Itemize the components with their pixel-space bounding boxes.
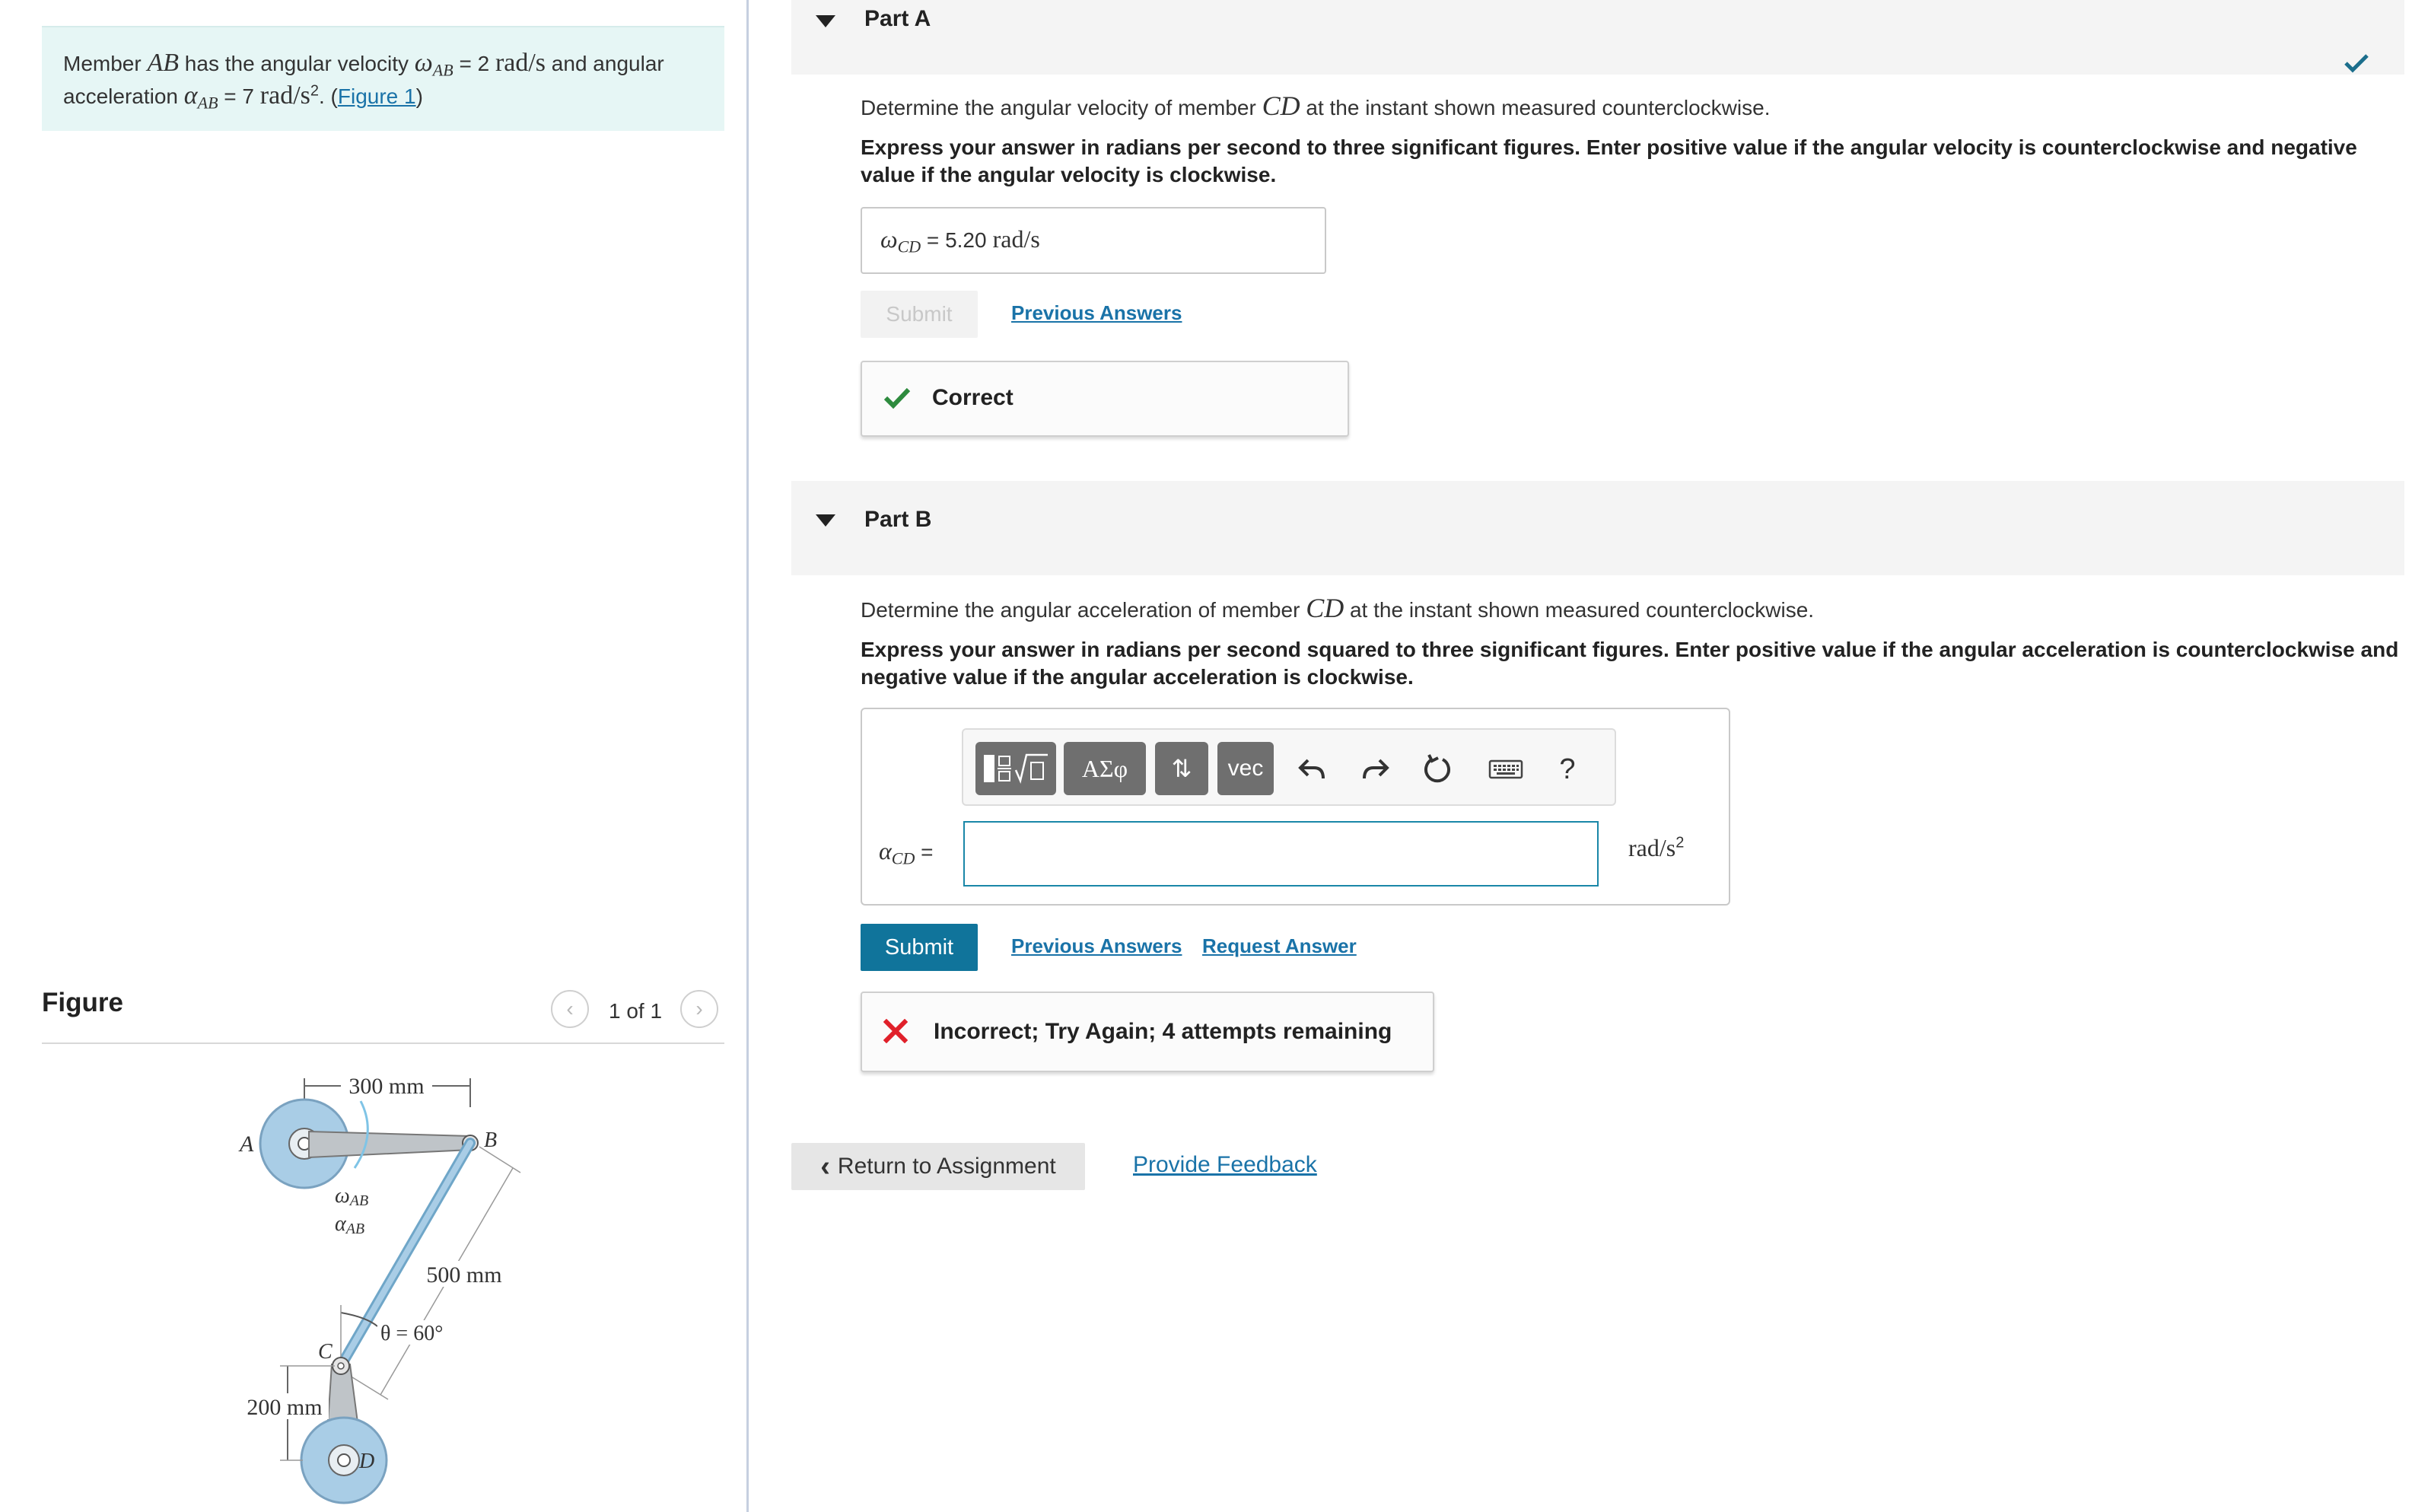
provide-feedback-link[interactable]: Provide Feedback	[1133, 1152, 1317, 1178]
alpha-ab-label: αAB	[335, 1212, 364, 1237]
part-b-feedback: Incorrect; Try Again; 4 attempts remaini…	[861, 992, 1434, 1072]
link-ab	[308, 1130, 471, 1159]
part-b-previous-answers-link[interactable]: Previous Answers	[1011, 934, 1182, 958]
template-button[interactable]	[975, 742, 1056, 795]
part-b-instructions: Express your answer in radians per secon…	[861, 638, 2399, 689]
part-b-unit: rad/s2	[1628, 834, 1685, 861]
column-divider	[746, 0, 749, 1512]
part-a-answer-box: ωCD = 5.20 rad/s	[861, 207, 1326, 274]
part-a-feedback: Correct	[861, 361, 1349, 437]
figure-pager-label: 1 of 1	[609, 999, 663, 1023]
part-b-header[interactable]: Part B	[791, 481, 2404, 575]
correct-check-icon	[883, 387, 911, 409]
figure-prev-button[interactable]: ‹	[551, 990, 589, 1028]
redo-icon	[1363, 759, 1389, 779]
vector-button[interactable]: vec	[1217, 742, 1274, 795]
undo-button[interactable]	[1289, 746, 1336, 792]
point-d-label: D	[358, 1450, 374, 1473]
undo-icon	[1298, 759, 1325, 779]
fraction-root-icon	[984, 753, 1048, 784]
point-b-label: B	[484, 1128, 497, 1152]
chevron-left-icon: ‹	[820, 1151, 830, 1183]
omega-ab-label: ωAB	[335, 1184, 368, 1209]
greek-letters-button[interactable]: ΑΣφ	[1064, 742, 1146, 795]
point-a-label: A	[238, 1132, 254, 1157]
part-a-feedback-text: Correct	[932, 385, 1014, 410]
reset-icon	[1424, 754, 1450, 783]
dim-label-cd: 200 mm	[247, 1395, 322, 1420]
part-b-answer-input[interactable]	[963, 821, 1599, 887]
request-answer-link[interactable]: Request Answer	[1202, 934, 1357, 958]
point-c-label: C	[318, 1340, 333, 1364]
part-a-question: Determine the angular velocity of member…	[861, 91, 1771, 121]
figure-divider	[42, 1042, 724, 1044]
keyboard-icon	[1488, 759, 1523, 779]
part-a-previous-answers-link[interactable]: Previous Answers	[1011, 301, 1182, 325]
return-to-assignment-button[interactable]: ‹ Return to Assignment	[791, 1143, 1085, 1190]
keyboard-button[interactable]	[1481, 746, 1531, 792]
part-a-submit-button[interactable]: Submit	[861, 291, 978, 338]
incorrect-x-icon	[883, 1019, 908, 1043]
dim-label-ab: 300 mm	[348, 1074, 424, 1099]
figure-link[interactable]: Figure 1	[338, 84, 416, 108]
part-a-instructions: Express your answer in radians per secon…	[861, 135, 2357, 186]
part-b-question: Determine the angular acceleration of me…	[861, 593, 1815, 623]
dim-label-bc: 500 mm	[426, 1262, 501, 1288]
part-b-title: Part B	[864, 507, 932, 532]
chevron-right-icon: ›	[695, 997, 703, 1020]
help-button[interactable]: ?	[1545, 746, 1590, 792]
reset-button[interactable]	[1414, 746, 1461, 792]
part-a-answer-value: 5.20	[945, 228, 987, 252]
problem-statement: Member AB has the angular velocity ωAB =…	[63, 49, 664, 113]
caret-down-icon	[816, 514, 835, 527]
theta-label: θ = 60°	[380, 1322, 443, 1345]
part-b-variable-label: αCD =	[879, 837, 934, 868]
part-a-answer-unit: rad/s	[992, 225, 1040, 253]
mechanism-figure: 300 mm A B ωAB αAB 500 mm θ = 60° C D 20…	[238, 1072, 521, 1504]
math-toolbar: ΑΣφ ⇅ vec ?	[962, 728, 1616, 806]
chevron-left-icon: ‹	[566, 997, 574, 1020]
figure-next-button[interactable]: ›	[680, 990, 718, 1028]
caret-down-icon	[816, 15, 835, 27]
figure-heading: Figure	[42, 988, 123, 1017]
member-ab: AB	[147, 49, 180, 77]
part-a-title: Part A	[864, 6, 931, 31]
part-b-submit-button[interactable]: Submit	[861, 924, 978, 971]
redo-button[interactable]	[1351, 746, 1399, 792]
part-a-header[interactable]: Part A	[791, 0, 2404, 75]
problem-statement-box: Member AB has the angular velocity ωAB =…	[42, 26, 724, 131]
checkmark-icon	[2344, 54, 2369, 73]
part-b-feedback-text: Incorrect; Try Again; 4 attempts remaini…	[934, 1019, 1392, 1044]
sort-button[interactable]: ⇅	[1155, 742, 1208, 795]
